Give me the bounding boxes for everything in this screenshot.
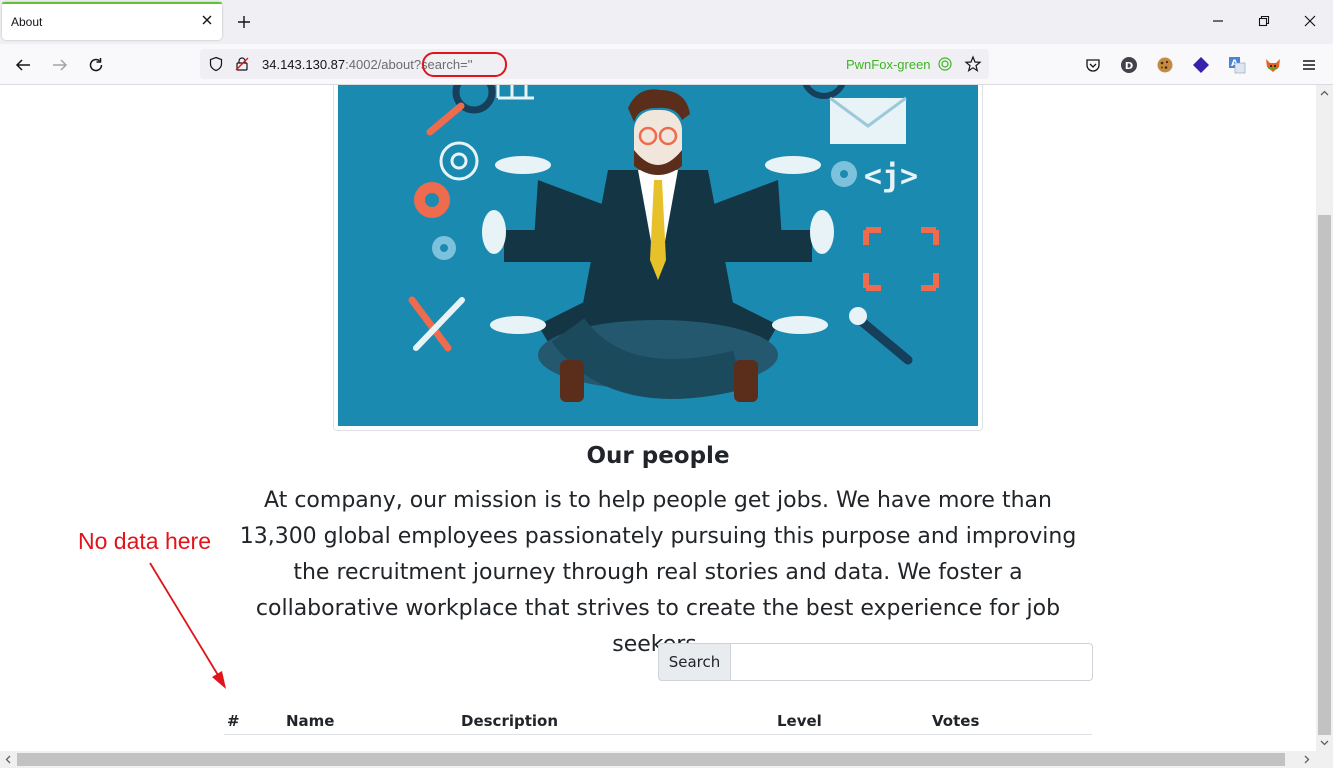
hamburger-icon[interactable] [1300, 56, 1318, 74]
close-icon[interactable] [200, 13, 214, 27]
search-input[interactable] [730, 643, 1093, 681]
lock-icon[interactable] [234, 56, 250, 72]
star-icon[interactable] [964, 55, 982, 73]
fingerprint-icon[interactable] [938, 57, 952, 71]
horizontal-scrollbar[interactable] [0, 751, 1316, 768]
tab-title: About [11, 15, 43, 29]
url-highlight-annotation [422, 52, 507, 77]
nav-bar: 34.143.130.87:4002/about?search='' PwnFo… [0, 44, 1333, 85]
container-label[interactable]: PwnFox-green [846, 57, 931, 72]
reload-icon[interactable] [87, 56, 105, 74]
tab-strip: About [0, 0, 1333, 44]
results-table: # Name Description Level Votes [224, 707, 1092, 735]
pwnfox-icon[interactable] [1264, 56, 1282, 74]
annotation-label: No data here [78, 528, 211, 554]
plus-icon[interactable] [236, 14, 252, 30]
multitasking-man-illustration: <j> [338, 85, 978, 426]
scroll-down-icon[interactable] [1320, 738, 1329, 747]
page-title: Our people [586, 443, 730, 469]
minimize-icon[interactable] [1211, 14, 1225, 28]
back-arrow-icon[interactable] [14, 56, 32, 74]
url-host: 34.143.130.87 [262, 57, 346, 72]
pocket-icon[interactable] [1084, 56, 1102, 74]
url-bar[interactable]: 34.143.130.87:4002/about?search='' PwnFo… [200, 49, 989, 79]
vertical-scrollbar[interactable] [1316, 85, 1333, 751]
forward-arrow-icon[interactable] [51, 56, 69, 74]
svg-text:<j>: <j> [864, 159, 918, 194]
table-header-number: # [227, 712, 240, 730]
shield-icon[interactable] [208, 56, 224, 72]
scroll-left-icon[interactable] [4, 755, 13, 764]
restore-icon[interactable] [1257, 14, 1271, 28]
table-header-name: Name [286, 712, 335, 730]
svg-text:D: D [1125, 61, 1133, 72]
table-header-description: Description [461, 712, 559, 730]
hero-image-frame: <j> [333, 85, 983, 431]
vertical-scroll-thumb[interactable] [1318, 215, 1331, 735]
scrollbar-corner [1316, 751, 1333, 768]
horizontal-scroll-thumb[interactable] [17, 753, 1285, 766]
table-header-votes: Votes [932, 712, 980, 730]
annotation-arrow [149, 562, 226, 689]
page-content: <j> Our people At company, our mission i… [0, 85, 1316, 751]
cookie-icon[interactable] [1156, 56, 1174, 74]
window-close-icon[interactable] [1303, 14, 1317, 28]
scroll-right-icon[interactable] [1302, 755, 1311, 764]
diamond-extension-icon[interactable] [1192, 56, 1210, 74]
search-group: Search [658, 643, 1093, 681]
scroll-up-icon[interactable] [1320, 89, 1329, 98]
table-header-level: Level [777, 712, 822, 730]
tab-about[interactable]: About [2, 2, 222, 40]
extension-d-icon[interactable]: D [1120, 56, 1138, 74]
translate-icon[interactable]: A [1228, 56, 1246, 74]
search-label: Search [658, 643, 731, 681]
mission-paragraph: At company, our mission is to help peopl… [239, 488, 1077, 657]
